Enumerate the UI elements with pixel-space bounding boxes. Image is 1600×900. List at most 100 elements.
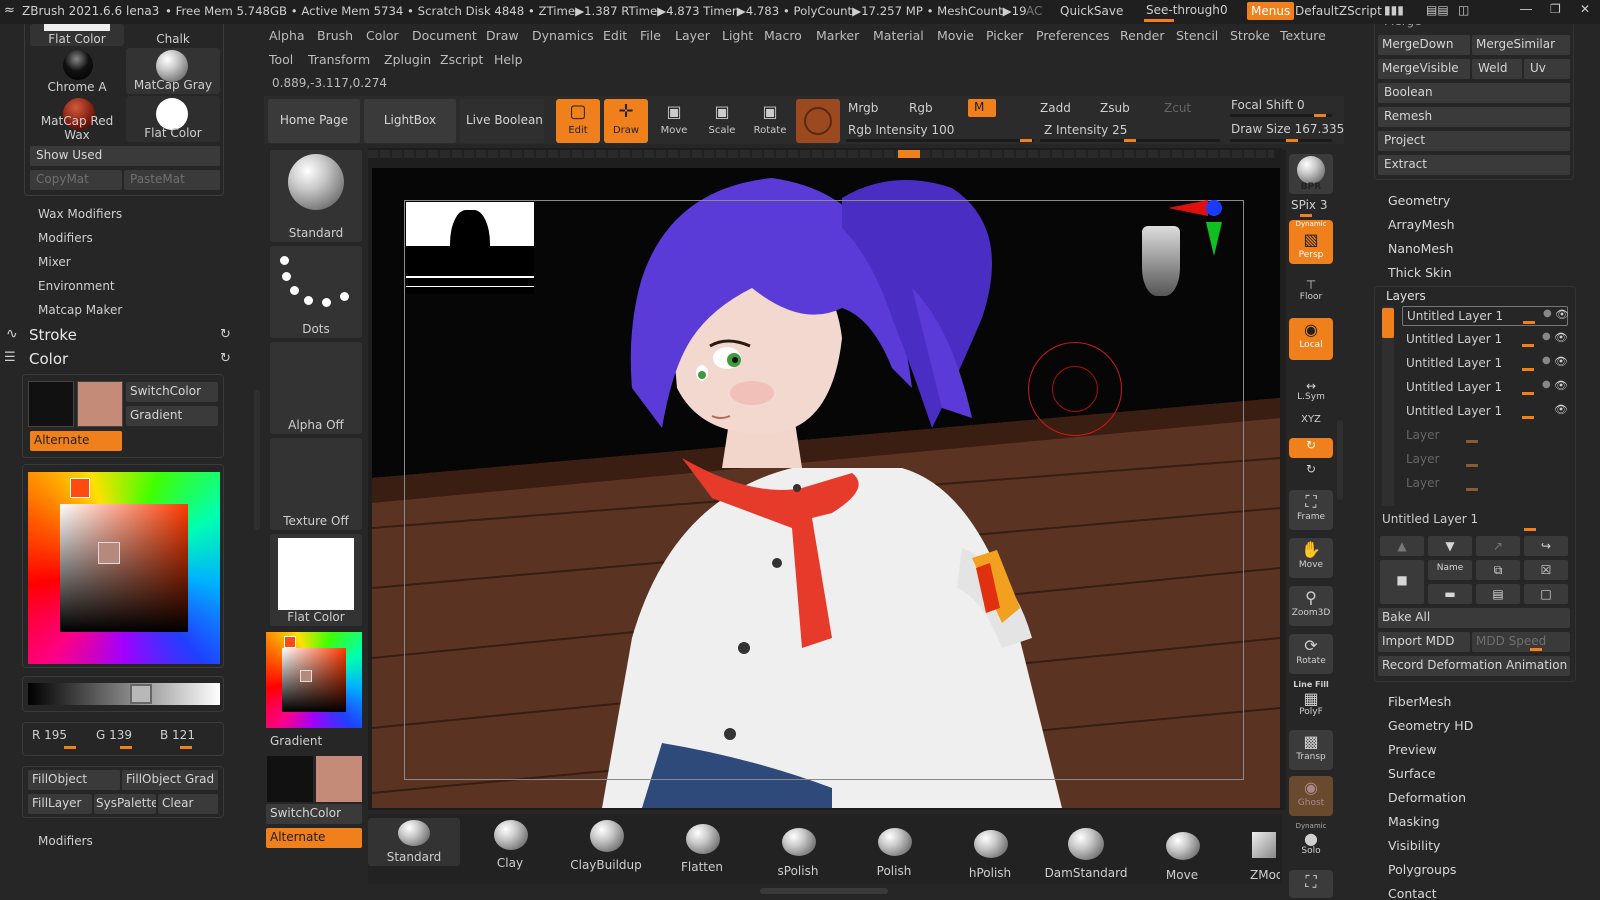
fillobject-button[interactable]: FillObject bbox=[28, 770, 120, 790]
draw-button[interactable]: ✛ Draw bbox=[604, 99, 648, 143]
stroke-refresh-icon[interactable]: ↻ bbox=[220, 327, 231, 342]
shelf-gradient-label[interactable]: Gradient bbox=[270, 734, 322, 748]
move-view-button[interactable]: ✋ Move bbox=[1289, 538, 1333, 578]
shelf-primary-swatch[interactable] bbox=[316, 756, 362, 802]
subpalette-arraymesh[interactable]: ArrayMesh bbox=[1388, 217, 1455, 232]
stroke-palette-title[interactable]: Stroke bbox=[29, 326, 77, 344]
shelf-switchcolor-button[interactable]: SwitchColor bbox=[266, 804, 362, 824]
material-swatch-button[interactable] bbox=[796, 99, 840, 143]
layers-title[interactable]: Layers bbox=[1386, 289, 1426, 303]
menu-file[interactable]: File bbox=[640, 28, 661, 43]
subpalette-contact[interactable]: Contact bbox=[1388, 886, 1437, 900]
menu-help[interactable]: Help bbox=[494, 52, 523, 67]
layer-visibility-icon[interactable]: 👁 bbox=[1554, 403, 1568, 416]
extract-button[interactable]: Extract bbox=[1378, 155, 1570, 175]
move-button[interactable]: ▣ Move bbox=[652, 99, 696, 143]
project-button[interactable]: Project bbox=[1378, 131, 1570, 151]
mergedown-button[interactable]: MergeDown bbox=[1378, 35, 1470, 55]
brush-slot-damstandard[interactable]: DamStandard bbox=[1040, 826, 1132, 880]
brush-slot-polish[interactable]: Polish bbox=[848, 824, 940, 878]
menu-transform[interactable]: Transform bbox=[308, 52, 370, 67]
spix-slider[interactable]: SPix 3 bbox=[1291, 198, 1327, 212]
layout-split-icon[interactable]: ▤▤ bbox=[1426, 3, 1449, 17]
navigator-thumbnail[interactable] bbox=[406, 202, 534, 294]
subpalette-geometry[interactable]: Geometry bbox=[1388, 193, 1450, 208]
brush-slot-hpolish[interactable]: hPolish bbox=[944, 826, 1036, 880]
close-icon[interactable]: ✕ bbox=[1580, 2, 1590, 16]
live-boolean-button[interactable]: Live Boolean bbox=[460, 99, 544, 143]
layer-name-button[interactable]: Name bbox=[1428, 560, 1472, 580]
rgb-button[interactable]: Rgb bbox=[909, 101, 933, 115]
shelf-scroll-handle[interactable] bbox=[760, 888, 888, 894]
menu-preferences[interactable]: Preferences bbox=[1036, 28, 1110, 43]
layer-row-6[interactable]: Layer bbox=[1402, 426, 1568, 446]
menu-picker[interactable]: Picker bbox=[986, 28, 1023, 43]
subpalette-thick-skin[interactable]: Thick Skin bbox=[1388, 265, 1452, 280]
z-intensity-slider[interactable]: Z Intensity 25 bbox=[1044, 123, 1127, 137]
focal-shift-slider[interactable]: Focal Shift 0 bbox=[1231, 98, 1305, 112]
menu-layer[interactable]: Layer bbox=[675, 28, 710, 43]
menu-brush[interactable]: Brush bbox=[317, 28, 353, 43]
rgb-intensity-slider[interactable]: Rgb Intensity 100 bbox=[848, 123, 954, 137]
rotate-z-button[interactable]: ↻ bbox=[1289, 462, 1333, 482]
layer-redirect-button[interactable]: ↗ bbox=[1476, 536, 1520, 556]
import-mdd-button[interactable]: Import MDD bbox=[1378, 632, 1470, 652]
frame-button[interactable]: ⛶ Frame bbox=[1289, 490, 1333, 530]
subpalette-modifiers-2[interactable]: Modifiers bbox=[38, 834, 93, 848]
filllayer-button[interactable]: FillLayer bbox=[28, 794, 92, 814]
brush-slot-zmodeler[interactable]: ZModeler bbox=[1232, 828, 1280, 880]
hue-marker[interactable] bbox=[70, 478, 90, 498]
layer-row-3[interactable]: Untitled Layer 1 ● 👁 bbox=[1402, 354, 1568, 374]
clear-button[interactable]: Clear bbox=[158, 794, 218, 814]
menu-document[interactable]: Document bbox=[412, 28, 477, 43]
quicksave-button[interactable]: QuickSave bbox=[1060, 4, 1123, 18]
home-page-button[interactable]: Home Page bbox=[268, 99, 360, 143]
palette-icon[interactable]: ◫ bbox=[1458, 3, 1469, 17]
layer-down-button[interactable]: ▼ bbox=[1428, 536, 1472, 556]
layer-row-2[interactable]: Untitled Layer 1 ● 👁 bbox=[1402, 330, 1568, 350]
layer-row-4[interactable]: Untitled Layer 1 ● 👁 bbox=[1402, 378, 1568, 398]
polyf-button[interactable]: Line Fill ▦ PolyF bbox=[1289, 680, 1333, 720]
alternate-button[interactable]: Alternate bbox=[30, 431, 122, 451]
shelf-secondary-swatch[interactable] bbox=[267, 756, 313, 802]
timeline-marker[interactable] bbox=[898, 150, 920, 158]
menu-zplugin[interactable]: Zplugin bbox=[384, 52, 431, 67]
layer-new-button[interactable]: ■ bbox=[1380, 560, 1424, 604]
layer-visibility-icon[interactable]: 👁 bbox=[1554, 379, 1568, 392]
layer-merge-button[interactable]: ▤ bbox=[1476, 584, 1520, 604]
menu-light[interactable]: Light bbox=[722, 28, 753, 43]
brush-slot-move[interactable]: Move bbox=[1136, 828, 1228, 882]
switchcolor-button[interactable]: SwitchColor bbox=[126, 382, 218, 402]
layer-return-button[interactable]: ↪ bbox=[1524, 536, 1568, 556]
menu-zscript[interactable]: Zscript bbox=[440, 52, 483, 67]
syspalette-button[interactable]: SysPalette bbox=[94, 794, 156, 814]
mdd-speed-slider[interactable]: MDD Speed bbox=[1472, 632, 1570, 652]
stroke-thumb[interactable]: Dots bbox=[270, 246, 362, 338]
subpalette-surface[interactable]: Surface bbox=[1388, 766, 1436, 781]
ghost-button[interactable]: ◉ Ghost bbox=[1289, 776, 1333, 816]
mrgb-button[interactable]: Mrgb bbox=[848, 101, 878, 115]
zsub-button[interactable]: Zsub bbox=[1100, 101, 1130, 115]
shelf-sv-square[interactable] bbox=[282, 648, 346, 712]
subpalette-preview[interactable]: Preview bbox=[1388, 742, 1437, 757]
saturation-value-square[interactable] bbox=[60, 504, 188, 632]
rotate-button[interactable]: ▣ Rotate bbox=[748, 99, 792, 143]
subpalette-mixer[interactable]: Mixer bbox=[38, 255, 71, 269]
value-slider-knob[interactable] bbox=[130, 684, 152, 704]
layer-row-8[interactable]: Layer bbox=[1402, 474, 1568, 494]
draw-size-slider[interactable]: Draw Size 167.335 bbox=[1231, 122, 1344, 136]
color-palette-title[interactable]: Color bbox=[29, 350, 68, 368]
subpalette-deformation[interactable]: Deformation bbox=[1388, 790, 1466, 805]
gradient-button[interactable]: Gradient bbox=[126, 406, 218, 426]
layer-row-1[interactable]: Untitled Layer 1 ● 👁 bbox=[1402, 306, 1569, 326]
layer-visibility-icon[interactable]: 👁 bbox=[1554, 331, 1568, 344]
blue-value[interactable]: B 121 bbox=[160, 728, 195, 742]
layer-row-7[interactable]: Layer bbox=[1402, 450, 1568, 470]
layer-record-icon[interactable]: ● bbox=[1542, 331, 1551, 342]
left-panel-divider[interactable] bbox=[254, 390, 260, 530]
brush-slot-spolish[interactable]: sPolish bbox=[752, 824, 844, 878]
menu-texture[interactable]: Texture bbox=[1280, 28, 1326, 43]
menu-color[interactable]: Color bbox=[366, 28, 399, 43]
layer-record-icon[interactable]: ● bbox=[1543, 308, 1552, 319]
layout-icon[interactable]: ▮▮▮ bbox=[1384, 3, 1404, 17]
